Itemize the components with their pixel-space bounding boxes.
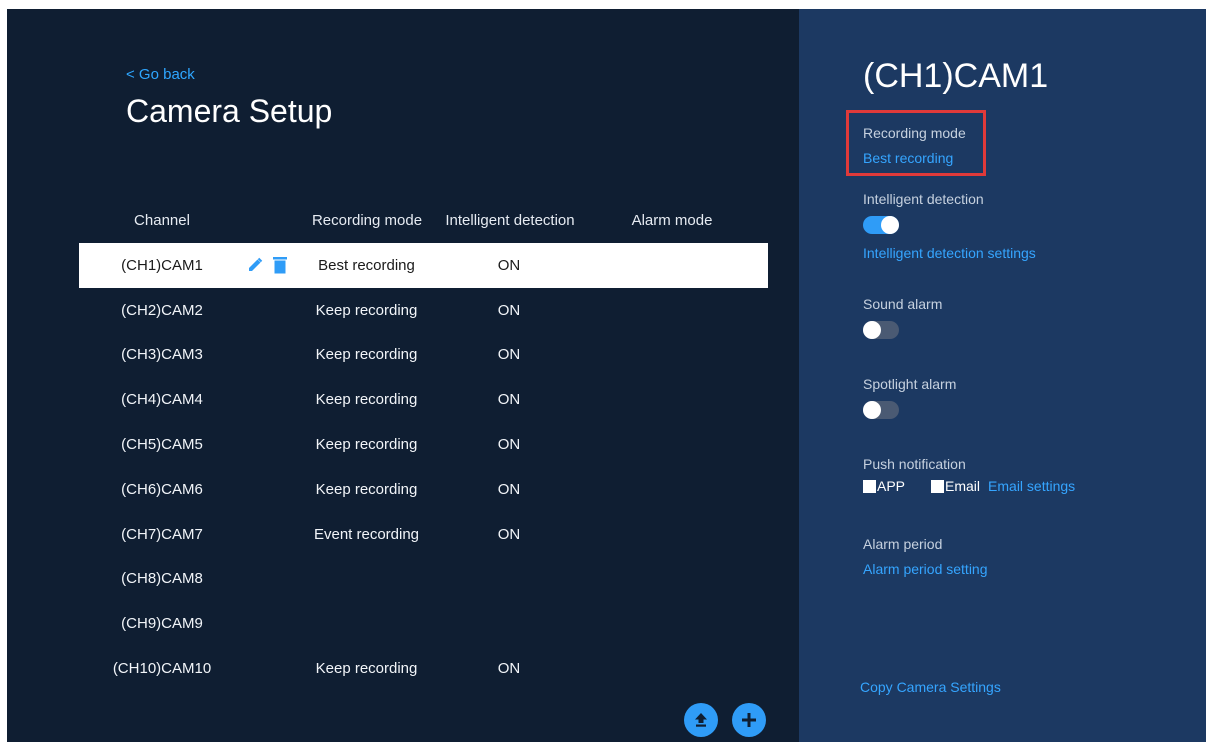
- spotlight-alarm-label: Spotlight alarm: [863, 376, 957, 392]
- detection-cell: ON: [497, 391, 521, 409]
- channel-cell: (CH6)CAM6: [121, 480, 203, 498]
- recording-mode-cell: Keep recording: [315, 301, 418, 319]
- email-checkbox-label: Email: [945, 478, 981, 494]
- table-row[interactable]: (CH9)CAM9: [79, 601, 768, 646]
- recording-mode-cell: Event recording: [313, 525, 420, 543]
- app-checkbox[interactable]: [863, 479, 876, 493]
- detection-cell: ON: [497, 436, 521, 454]
- go-back-link[interactable]: < Go back: [126, 66, 195, 83]
- row-actions: [247, 243, 288, 288]
- table-row[interactable]: (CH3)CAM3 Keep recording ON: [79, 333, 768, 378]
- table-row[interactable]: (CH8)CAM8: [79, 557, 768, 602]
- recording-mode-cell: Keep recording: [315, 660, 418, 678]
- recording-mode-cell: [304, 557, 429, 602]
- channel-cell: (CH2)CAM2: [121, 301, 203, 319]
- camera-title: (CH1)CAM1: [863, 57, 1049, 95]
- table-row[interactable]: (CH4)CAM4 Keep recording ON: [79, 377, 768, 422]
- channel-cell: (CH9)CAM9: [121, 615, 203, 633]
- push-notification-options: APP Email Email settings: [863, 478, 1075, 494]
- upload-icon: [695, 713, 707, 727]
- alarm-period-label: Alarm period: [863, 536, 943, 552]
- intelligent-detection-label: Intelligent detection: [863, 191, 984, 207]
- column-header-channel: Channel: [134, 212, 190, 229]
- app-checkbox-label: APP: [877, 478, 906, 494]
- detection-cell: ON: [497, 256, 521, 274]
- recording-mode-cell: Keep recording: [315, 346, 418, 364]
- table-row[interactable]: (CH10)CAM10 Keep recording ON: [79, 646, 768, 691]
- recording-mode-cell: Keep recording: [315, 391, 418, 409]
- column-header-alarm-mode: Alarm mode: [631, 212, 713, 229]
- email-settings-link[interactable]: Email settings: [988, 478, 1075, 494]
- page-title: Camera Setup: [126, 93, 333, 129]
- detection-cell: ON: [497, 660, 521, 678]
- add-camera-button[interactable]: [732, 703, 766, 737]
- table-row[interactable]: (CH1)CAM1 Best recording ON: [79, 243, 768, 288]
- detection-cell: ON: [497, 346, 521, 364]
- channel-cell: (CH5)CAM5: [121, 436, 203, 454]
- copy-camera-settings-link[interactable]: Copy Camera Settings: [860, 679, 1001, 695]
- intelligent-detection-toggle[interactable]: [863, 216, 899, 234]
- camera-detail-panel: (CH1)CAM1 Recording mode Best recording …: [799, 9, 1206, 742]
- column-header-intelligent-detection: Intelligent detection: [445, 212, 575, 229]
- table-row[interactable]: (CH7)CAM7 Event recording ON: [79, 512, 768, 557]
- recording-mode-value[interactable]: Best recording: [863, 150, 953, 166]
- alarm-period-setting-link[interactable]: Alarm period setting: [863, 561, 988, 577]
- recording-mode-label: Recording mode: [863, 125, 966, 141]
- camera-table: (CH1)CAM1 Best recording ON (CH2)CAM2 Ke…: [79, 243, 768, 691]
- detection-cell: [464, 557, 554, 602]
- edit-icon[interactable]: [247, 256, 263, 274]
- recording-mode-cell: Best recording: [318, 256, 415, 274]
- channel-cell: (CH4)CAM4: [121, 391, 203, 409]
- channel-cell: (CH3)CAM3: [121, 346, 203, 364]
- recording-mode-cell: [304, 601, 429, 646]
- highlight-box: [846, 110, 986, 176]
- detection-cell: ON: [497, 480, 521, 498]
- table-row[interactable]: (CH2)CAM2 Keep recording ON: [79, 288, 768, 333]
- delete-icon[interactable]: [272, 256, 288, 274]
- detection-cell: ON: [497, 525, 521, 543]
- detection-cell: ON: [497, 301, 521, 319]
- recording-mode-cell: Keep recording: [315, 436, 418, 454]
- email-checkbox[interactable]: [931, 479, 945, 493]
- add-icon: [742, 713, 756, 727]
- table-row[interactable]: (CH5)CAM5 Keep recording ON: [79, 422, 768, 467]
- channel-cell: (CH1)CAM1: [121, 256, 203, 274]
- camera-list-panel: < Go back Camera Setup Channel Recording…: [7, 9, 799, 742]
- channel-cell: (CH10)CAM10: [112, 660, 212, 678]
- detection-cell: [464, 601, 554, 646]
- upload-button[interactable]: [684, 703, 718, 737]
- channel-cell: (CH7)CAM7: [121, 525, 203, 543]
- spotlight-alarm-toggle[interactable]: [863, 401, 899, 419]
- recording-mode-cell: Keep recording: [315, 480, 418, 498]
- column-header-recording-mode: Recording mode: [311, 212, 423, 229]
- camera-setup-screen: < Go back Camera Setup Channel Recording…: [7, 9, 1206, 742]
- sound-alarm-label: Sound alarm: [863, 296, 943, 312]
- push-notification-label: Push notification: [863, 456, 966, 472]
- channel-cell: (CH8)CAM8: [121, 570, 203, 588]
- intelligent-detection-settings-link[interactable]: Intelligent detection settings: [863, 245, 1036, 261]
- sound-alarm-toggle[interactable]: [863, 321, 899, 339]
- table-row[interactable]: (CH6)CAM6 Keep recording ON: [79, 467, 768, 512]
